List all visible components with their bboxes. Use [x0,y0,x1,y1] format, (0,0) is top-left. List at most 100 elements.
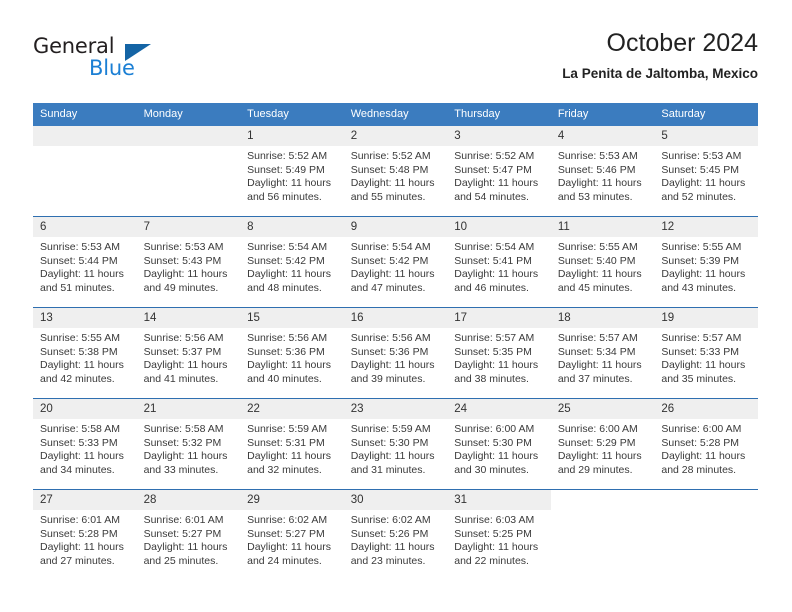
calendar-cell-empty [550,489,655,580]
weekday-header-saturday: Saturday [654,103,758,126]
calendar-cell-day[interactable]: 12 Sunrise: 5:55 AM Sunset: 5:39 PM Dayligh… [654,216,758,308]
calendar-cell-day[interactable]: 10 Sunrise: 5:54 AM Sunset: 5:41 PM Dayligh… [447,216,551,308]
day-number: 4 [550,126,655,146]
sunrise-text: Sunrise: 5:52 AM [247,150,328,162]
sunset-text: Sunset: 5:39 PM [661,254,740,267]
sunset-text: Sunset: 5:32 PM [143,436,222,449]
day-number: 24 [447,399,551,419]
daylight-text: Daylight: 11 hours and 37 minutes. [557,359,642,385]
sunrise-text: Sunrise: 5:55 AM [661,241,742,253]
calendar-cell-day[interactable]: 13 Sunrise: 5:55 AM Sunset: 5:38 PM Dayligh… [33,307,137,399]
daylight-text: Daylight: 11 hours and 30 minutes. [454,450,539,476]
day-details: Sunrise: 5:53 AM Sunset: 5:46 PM Daylight:… [551,146,655,204]
daylight-text: Daylight: 11 hours and 49 minutes. [143,268,228,294]
general-blue-logo: General Blue [33,34,163,82]
calendar-cell-day[interactable]: 11 Sunrise: 5:55 AM Sunset: 5:40 PM Dayligh… [550,216,655,308]
calendar-cell-day[interactable]: 21 Sunrise: 5:58 AM Sunset: 5:32 PM Dayligh… [136,398,241,490]
sunset-text: Sunset: 5:31 PM [247,436,325,449]
day-details: Sunrise: 6:02 AM Sunset: 5:26 PM Daylight:… [344,510,448,568]
calendar-cell-day[interactable]: 22 Sunrise: 5:59 AM Sunset: 5:31 PM Dayligh… [240,398,344,490]
calendar-cell-day[interactable]: 4 Sunrise: 5:53 AM Sunset: 5:46 PM Daylight… [550,126,655,217]
day-number: 12 [654,217,758,237]
day-number: 3 [447,126,551,146]
day-number: 7 [136,217,241,237]
day-details: Sunrise: 6:00 AM Sunset: 5:28 PM Daylight:… [654,419,758,477]
calendar-cell-day[interactable]: 7 Sunrise: 5:53 AM Sunset: 5:43 PM Daylight… [136,216,241,308]
calendar-cell-day[interactable]: 14 Sunrise: 5:56 AM Sunset: 5:37 PM Dayligh… [136,307,241,399]
day-details: Sunrise: 5:57 AM Sunset: 5:33 PM Daylight:… [654,328,758,386]
day-details: Sunrise: 5:52 AM Sunset: 5:48 PM Daylight:… [344,146,448,204]
calendar-cell-day[interactable]: 30 Sunrise: 6:02 AM Sunset: 5:26 PM Dayligh… [343,489,448,580]
sunset-text: Sunset: 5:37 PM [143,345,222,358]
calendar-cell-day[interactable]: 27 Sunrise: 6:01 AM Sunset: 5:28 PM Dayligh… [33,489,137,580]
day-number: 11 [550,217,655,237]
calendar-body: 1 Sunrise: 5:52 AM Sunset: 5:49 PM Daylight… [33,126,758,580]
daylight-text: Daylight: 11 hours and 46 minutes. [454,268,539,294]
sunset-text: Sunset: 5:35 PM [454,345,532,358]
day-details: Sunrise: 5:58 AM Sunset: 5:33 PM Daylight:… [33,419,137,477]
calendar-cell-day[interactable]: 29 Sunrise: 6:02 AM Sunset: 5:27 PM Dayligh… [240,489,344,580]
calendar-header-row: Sunday Monday Tuesday Wednesday Thursday… [33,103,758,126]
sunset-text: Sunset: 5:30 PM [454,436,532,449]
sunset-text: Sunset: 5:40 PM [557,254,636,267]
day-details: Sunrise: 5:57 AM Sunset: 5:35 PM Daylight:… [447,328,551,386]
calendar-week-row: 27 Sunrise: 6:01 AM Sunset: 5:28 PM Dayligh… [33,489,758,580]
sunrise-text: Sunrise: 5:54 AM [454,241,535,253]
day-details: Sunrise: 5:55 AM Sunset: 5:39 PM Daylight:… [654,237,758,295]
day-details: Sunrise: 6:01 AM Sunset: 5:27 PM Daylight:… [137,510,241,568]
daylight-text: Daylight: 11 hours and 35 minutes. [661,359,746,385]
sunrise-text: Sunrise: 5:57 AM [454,332,535,344]
day-details: Sunrise: 6:03 AM Sunset: 5:25 PM Daylight:… [447,510,551,568]
day-number: 29 [240,490,344,510]
calendar-cell-day[interactable]: 26 Sunrise: 6:00 AM Sunset: 5:28 PM Dayligh… [654,398,758,490]
day-number: 8 [240,217,344,237]
sunset-text: Sunset: 5:45 PM [661,163,740,176]
weekday-header-monday: Monday [136,103,241,126]
day-number: 6 [33,217,137,237]
calendar-cell-day[interactable]: 8 Sunrise: 5:54 AM Sunset: 5:42 PM Daylight… [240,216,344,308]
day-number: 30 [343,490,448,510]
sunrise-text: Sunrise: 5:54 AM [247,241,328,253]
day-number: 9 [343,217,448,237]
weekday-header-friday: Friday [550,103,655,126]
day-details: Sunrise: 5:53 AM Sunset: 5:43 PM Daylight:… [137,237,241,295]
sunrise-text: Sunrise: 6:01 AM [40,514,120,526]
logo-text-blue: Blue [89,56,135,80]
calendar-cell-day[interactable]: 2 Sunrise: 5:52 AM Sunset: 5:48 PM Daylight… [343,126,448,217]
daylight-text: Daylight: 11 hours and 55 minutes. [350,177,435,203]
calendar-cell-day[interactable]: 9 Sunrise: 5:54 AM Sunset: 5:42 PM Daylight… [343,216,448,308]
calendar-cell-day[interactable]: 18 Sunrise: 5:57 AM Sunset: 5:34 PM Dayligh… [550,307,655,399]
calendar-cell-day[interactable]: 20 Sunrise: 5:58 AM Sunset: 5:33 PM Dayligh… [33,398,137,490]
day-details: Sunrise: 5:56 AM Sunset: 5:36 PM Daylight:… [344,328,448,386]
day-details: Sunrise: 6:01 AM Sunset: 5:28 PM Daylight:… [33,510,137,568]
calendar-cell-day[interactable]: 25 Sunrise: 6:00 AM Sunset: 5:29 PM Dayligh… [550,398,655,490]
calendar-cell-day[interactable]: 23 Sunrise: 5:59 AM Sunset: 5:30 PM Dayligh… [343,398,448,490]
calendar-cell-day[interactable]: 28 Sunrise: 6:01 AM Sunset: 5:27 PM Dayligh… [136,489,241,580]
day-number: 22 [240,399,344,419]
daylight-text: Daylight: 11 hours and 52 minutes. [661,177,746,203]
daylight-text: Daylight: 11 hours and 22 minutes. [454,541,539,567]
calendar-cell-day[interactable]: 15 Sunrise: 5:56 AM Sunset: 5:36 PM Dayligh… [240,307,344,399]
sunrise-text: Sunrise: 5:59 AM [247,423,328,435]
calendar-cell-day[interactable]: 16 Sunrise: 5:56 AM Sunset: 5:36 PM Dayligh… [343,307,448,399]
calendar-cell-day[interactable]: 24 Sunrise: 6:00 AM Sunset: 5:30 PM Dayligh… [447,398,551,490]
weekday-header-sunday: Sunday [33,103,137,126]
calendar-week-row: 6 Sunrise: 5:53 AM Sunset: 5:44 PM Daylight… [33,216,758,308]
calendar-cell-empty [33,126,137,217]
weekday-header-tuesday: Tuesday [240,103,344,126]
calendar-cell-day[interactable]: 3 Sunrise: 5:52 AM Sunset: 5:47 PM Daylight… [447,126,551,217]
calendar-cell-day[interactable]: 5 Sunrise: 5:53 AM Sunset: 5:45 PM Daylight… [654,126,758,217]
sunrise-text: Sunrise: 5:59 AM [350,423,431,435]
sunset-text: Sunset: 5:36 PM [247,345,325,358]
page-header: General Blue October 2024 La Penita de J… [0,0,792,103]
weekday-header-wednesday: Wednesday [343,103,448,126]
sunset-text: Sunset: 5:26 PM [350,527,429,540]
calendar-cell-day[interactable]: 6 Sunrise: 5:53 AM Sunset: 5:44 PM Daylight… [33,216,137,308]
calendar-cell-day[interactable]: 17 Sunrise: 5:57 AM Sunset: 5:35 PM Dayligh… [447,307,551,399]
sunrise-text: Sunrise: 5:58 AM [40,423,120,435]
calendar-cell-day[interactable]: 1 Sunrise: 5:52 AM Sunset: 5:49 PM Daylight… [240,126,344,217]
calendar-cell-day[interactable]: 19 Sunrise: 5:57 AM Sunset: 5:33 PM Dayligh… [654,307,758,399]
day-number [550,490,655,510]
day-details: Sunrise: 6:02 AM Sunset: 5:27 PM Daylight:… [240,510,344,568]
calendar-cell-day[interactable]: 31 Sunrise: 6:03 AM Sunset: 5:25 PM Dayligh… [447,489,551,580]
